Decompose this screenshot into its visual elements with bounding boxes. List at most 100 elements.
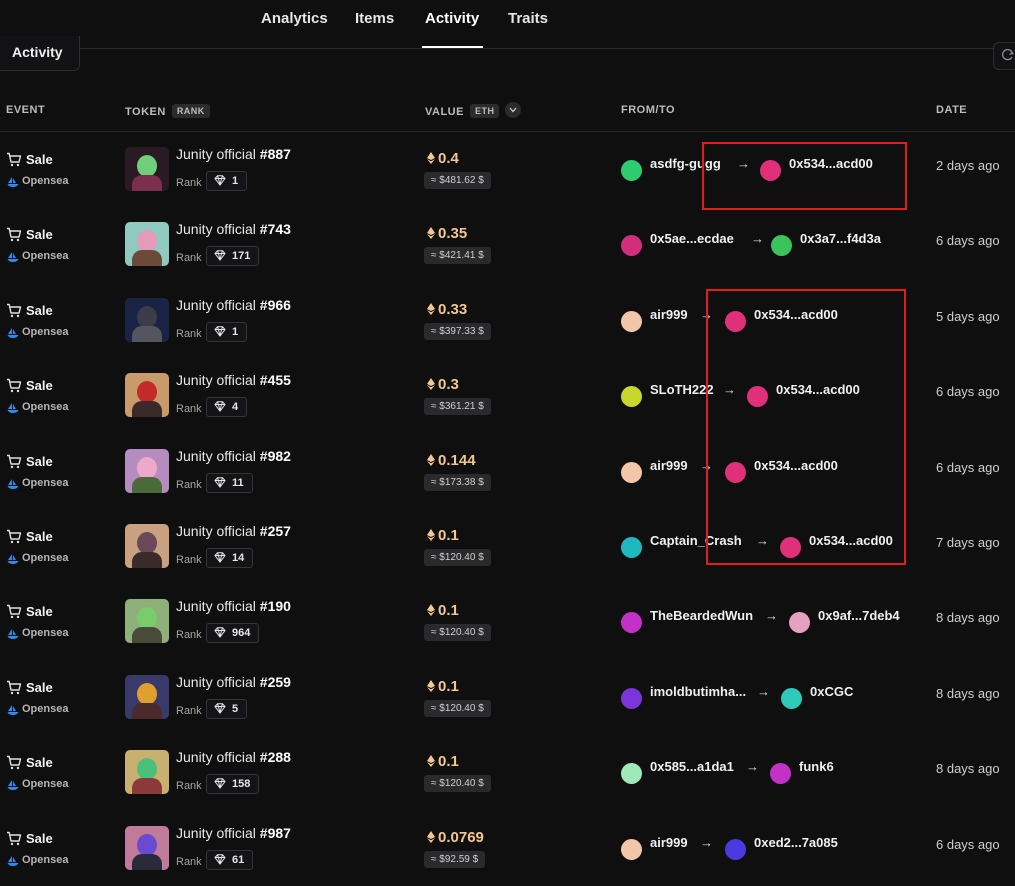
eth-amount: 0.33: [438, 300, 468, 318]
cart-icon: [7, 605, 22, 619]
from-avatar[interactable]: [621, 461, 642, 483]
token-name[interactable]: Junity official #257: [176, 523, 291, 539]
from-address[interactable]: SLoTH222: [650, 382, 714, 397]
from-avatar[interactable]: [621, 763, 642, 785]
token-name[interactable]: Junity official #259: [176, 674, 291, 690]
token-name[interactable]: Junity official #987: [176, 825, 291, 841]
token-thumbnail[interactable]: [125, 674, 169, 719]
from-avatar[interactable]: [621, 612, 642, 634]
from-avatar[interactable]: [621, 386, 642, 408]
token-thumbnail[interactable]: [125, 825, 169, 870]
token-collection: Junity official: [176, 372, 256, 389]
token-id: #190: [259, 598, 291, 615]
event-date: 8 days ago: [936, 685, 1000, 701]
tab-traits[interactable]: Traits: [508, 10, 548, 27]
event-type: Sale: [26, 529, 53, 544]
rank-value-badge: 5: [206, 698, 248, 719]
from-address[interactable]: air999: [650, 307, 688, 322]
rank-value-badge: 158: [206, 774, 260, 795]
marketplace-link[interactable]: Opensea: [22, 250, 68, 262]
from-avatar[interactable]: [621, 687, 642, 709]
token-thumbnail[interactable]: [125, 448, 169, 493]
eth-icon: [427, 302, 435, 315]
from-avatar[interactable]: [621, 310, 642, 332]
activity-subtab[interactable]: Activity: [0, 36, 80, 71]
cart-icon: [7, 529, 22, 544]
table-row[interactable]: Sale Opensea Junity official #259 Rank 5…: [0, 660, 1015, 735]
marketplace-link[interactable]: Opensea: [22, 175, 68, 187]
to-address[interactable]: 0x9af...7deb4: [818, 608, 900, 623]
event-date: 8 days ago: [936, 761, 1000, 777]
marketplace-link[interactable]: Opensea: [22, 854, 68, 866]
marketplace-link[interactable]: Opensea: [22, 627, 68, 639]
marketplace-link[interactable]: Opensea: [22, 401, 68, 413]
cart-icon: [7, 454, 22, 468]
tab-activity[interactable]: Activity: [425, 10, 479, 27]
currency-dropdown[interactable]: [505, 102, 521, 118]
token-thumbnail[interactable]: [125, 222, 169, 267]
token-name[interactable]: Junity official #982: [176, 448, 291, 464]
diamond-icon: [214, 627, 226, 639]
event-type: Sale: [26, 378, 53, 394]
token-thumbnail[interactable]: [125, 750, 169, 795]
from-address[interactable]: air999: [650, 458, 688, 473]
token-collection: Junity official: [176, 146, 256, 162]
marketplace-link[interactable]: Opensea: [22, 778, 68, 790]
to-address[interactable]: 0xCGC: [810, 684, 853, 699]
rank-label: Rank: [176, 403, 202, 416]
to-address[interactable]: funk6: [799, 759, 834, 774]
token-name[interactable]: Junity official #743: [176, 221, 291, 237]
from-avatar[interactable]: [621, 537, 642, 558]
from-avatar[interactable]: [621, 838, 642, 860]
from-address[interactable]: imoldbutimha...: [650, 684, 746, 699]
token-thumbnail[interactable]: [125, 297, 169, 342]
token-name[interactable]: Junity official #190: [176, 598, 291, 614]
rank-value-badge: 11: [206, 472, 253, 493]
eth-icon: [427, 453, 435, 466]
from-address[interactable]: 0x5ae...ecdae: [650, 231, 734, 246]
to-address[interactable]: 0xed2...7a085: [754, 835, 838, 850]
table-row[interactable]: Sale Opensea Junity official #190 Rank 9…: [0, 584, 1015, 659]
to-avatar[interactable]: [770, 763, 791, 785]
to-avatar[interactable]: [781, 687, 802, 709]
marketplace-link[interactable]: Opensea: [22, 552, 68, 564]
opensea-icon: [7, 252, 19, 263]
cart-icon: [7, 831, 22, 845]
marketplace-link[interactable]: Opensea: [22, 326, 68, 338]
from-avatar[interactable]: [621, 235, 642, 257]
from-address[interactable]: 0x585...a1da1: [650, 759, 734, 774]
event-date: 5 days ago: [936, 308, 1000, 324]
table-row[interactable]: Sale Opensea Junity official #288 Rank 1…: [0, 735, 1015, 810]
tab-analytics[interactable]: Analytics: [261, 10, 328, 27]
token-collection: Junity official: [176, 749, 256, 766]
rank-value: 14: [232, 552, 245, 564]
token-thumbnail[interactable]: [125, 524, 169, 568]
refresh-button[interactable]: [993, 42, 1015, 70]
token-thumbnail[interactable]: [125, 599, 169, 644]
usd-value: ≈ $173.38 $: [424, 473, 491, 491]
tab-items[interactable]: Items: [355, 10, 394, 27]
marketplace-link[interactable]: Opensea: [22, 703, 68, 715]
to-avatar[interactable]: [789, 612, 810, 634]
event-date: 6 days ago: [936, 384, 1000, 400]
token-name[interactable]: Junity official #966: [176, 297, 291, 313]
from-address[interactable]: air999: [650, 835, 688, 850]
token-name[interactable]: Junity official #288: [176, 749, 291, 765]
eth-value: 0.1: [427, 678, 459, 695]
from-address[interactable]: TheBeardedWun: [650, 608, 753, 623]
from-avatar[interactable]: [621, 160, 642, 181]
table-row[interactable]: Sale Opensea Junity official #987 Rank 6…: [0, 811, 1015, 886]
token-thumbnail[interactable]: [125, 373, 169, 418]
eth-icon: [427, 152, 435, 164]
table-row[interactable]: Sale Opensea Junity official #743 Rank 1…: [0, 207, 1015, 282]
event-type: Sale: [26, 830, 53, 846]
to-avatar[interactable]: [725, 838, 746, 860]
marketplace-link[interactable]: Opensea: [22, 477, 68, 489]
token-name[interactable]: Junity official #887: [176, 146, 291, 162]
token-thumbnail[interactable]: [125, 147, 169, 191]
column-header-value-label: VALUE: [425, 106, 464, 118]
rank-value: 61: [232, 853, 245, 866]
to-avatar[interactable]: [771, 235, 792, 257]
token-name[interactable]: Junity official #455: [176, 372, 291, 388]
to-address[interactable]: 0x3a7...f4d3a: [800, 231, 881, 246]
